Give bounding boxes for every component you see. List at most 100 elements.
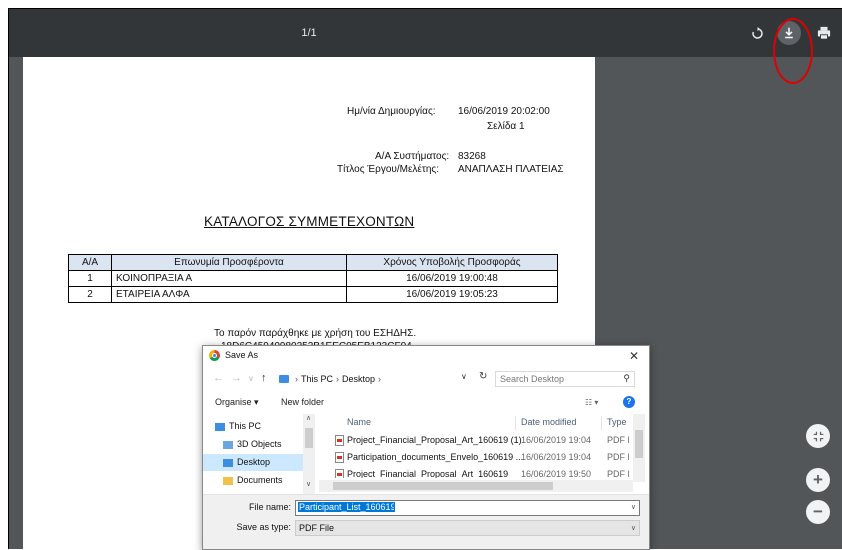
tree-item-3d-objects[interactable]: 3D Objects — [203, 436, 303, 453]
viewer-toolbar: 1/1 — [9, 9, 842, 57]
file-name-input[interactable] — [298, 502, 395, 512]
file-name-combo[interactable]: ∨ — [295, 500, 640, 516]
file-name-label: File name: — [248, 502, 291, 512]
table-cell: 1 — [68, 270, 112, 287]
save-type-select[interactable]: PDF File ∨ — [295, 520, 640, 536]
rotate-button[interactable] — [745, 21, 769, 45]
view-options-icon[interactable]: ☷ ▾ — [585, 398, 598, 407]
zoom-out-icon: − — [813, 502, 823, 521]
breadcrumb-desktop[interactable]: Desktop — [342, 371, 375, 387]
table-row: 1 ΚΟΙΝΟΠΡΑΞΙΑ Α 16/06/2019 19:00:48 — [68, 270, 558, 287]
tree-item-label: This PC — [229, 421, 262, 431]
file-name: Participation_documents_Envelo_160619 ..… — [347, 452, 524, 462]
table-header-row: Α/Α Επωνυμία Προσφέροντα Χρόνος Υποβολής… — [68, 254, 558, 271]
zoom-in-icon: + — [813, 470, 823, 489]
breadcrumb-dropdown-icon[interactable]: ∨ — [461, 372, 467, 381]
file-date: 16/06/2019 19:04 — [521, 452, 592, 462]
search-field[interactable]: ⚲ — [495, 371, 635, 387]
scrollbar-thumb[interactable] — [333, 482, 553, 490]
column-header-name[interactable]: Name — [347, 417, 371, 427]
file-type: PDF File — [607, 452, 629, 462]
table-cell: ΕΤΑΙΡΕΙΑ ΑΛΦΑ — [111, 286, 347, 303]
scroll-down-icon[interactable]: ∨ — [306, 480, 311, 488]
fit-page-icon — [813, 431, 823, 441]
table-cell: 2 — [68, 286, 112, 303]
print-button[interactable] — [812, 21, 836, 45]
save-type-value: PDF File — [299, 523, 335, 533]
documents-folder-icon — [223, 476, 233, 485]
created-value: 16/06/2019 20:02:00 — [458, 106, 550, 117]
pdf-file-icon — [335, 452, 344, 463]
3d-objects-icon — [223, 440, 233, 449]
participants-table: Α/Α Επωνυμία Προσφέροντα Χρόνος Υποβολής… — [68, 254, 558, 303]
file-list-vertical-scrollbar[interactable] — [633, 414, 645, 482]
pc-icon — [215, 422, 225, 431]
page-count: 1/1 — [301, 27, 317, 39]
search-icon: ⚲ — [623, 373, 630, 383]
chrome-icon — [209, 350, 220, 361]
search-input[interactable] — [500, 374, 610, 384]
up-arrow-icon[interactable]: ↑ — [261, 372, 267, 384]
file-name: Project_Financial_Proposal_Art_160619 — [347, 469, 509, 478]
tree-item-label: 3D Objects — [237, 439, 282, 449]
scroll-up-icon[interactable]: ∧ — [306, 414, 311, 422]
table-cell: 16/06/2019 19:05:23 — [346, 286, 558, 303]
list-item[interactable]: Participation_documents_Envelo_160619 ..… — [319, 449, 629, 466]
scrollbar-thumb[interactable] — [305, 428, 313, 448]
list-item[interactable]: Project_Financial_Proposal_Art_160619 (1… — [319, 432, 629, 449]
column-header: Α/Α — [68, 254, 112, 271]
save-as-dialog: Save As ✕ ← → ∨ ↑ › This PC › Desktop › … — [202, 345, 650, 550]
forward-arrow-icon[interactable]: → — [231, 372, 242, 384]
rotate-icon — [751, 26, 763, 39]
breadcrumb-this-pc[interactable]: This PC — [301, 371, 333, 387]
organise-button[interactable]: Organise ▾ — [215, 397, 259, 408]
save-type-label: Save as type: — [236, 522, 291, 532]
system-no-label: Α/Α Συστήματος: — [375, 151, 450, 162]
refresh-icon[interactable]: ↻ — [479, 371, 487, 382]
address-bar-row: ← → ∨ ↑ › This PC › Desktop › ∨ ↻ ⚲ — [203, 368, 649, 390]
tree-item-documents[interactable]: Documents — [203, 472, 303, 489]
created-label: Ημ/νία Δημιουργίας: — [347, 106, 436, 117]
tree-item-desktop[interactable]: Desktop — [203, 454, 303, 471]
recent-locations-icon[interactable]: ∨ — [248, 374, 254, 383]
help-icon[interactable]: ? — [623, 396, 635, 408]
close-icon[interactable]: ✕ — [629, 349, 639, 363]
table-row: 2 ΕΤΑΙΡΕΙΑ ΑΛΦΑ 16/06/2019 19:05:23 — [68, 286, 558, 303]
pdf-file-icon — [335, 469, 344, 478]
list-item[interactable]: Project_Financial_Proposal_Art_160619 16… — [319, 466, 629, 478]
file-name: Project_Financial_Proposal_Art_160619 (1… — [347, 435, 522, 445]
command-bar: Organise ▾ New folder ☷ ▾ ? — [203, 394, 649, 412]
file-date: 16/06/2019 19:50 — [521, 469, 592, 478]
download-highlight — [773, 18, 813, 84]
zoom-in-button[interactable]: + — [806, 468, 830, 492]
chevron-down-icon[interactable]: ∨ — [631, 522, 636, 536]
chevron-down-icon[interactable]: ∨ — [631, 503, 636, 511]
tree-item-label: Desktop — [237, 457, 271, 467]
navigation-scrollbar[interactable]: ∧ ∨ — [303, 414, 315, 494]
file-list-horizontal-scrollbar[interactable] — [319, 480, 633, 492]
column-header-date[interactable]: Date modified — [521, 417, 577, 427]
location-folder-icon — [279, 375, 289, 383]
project-value: ΑΝΑΠΛΑΣΗ ΠΛΑΤΕΙΑΣ — [458, 164, 564, 175]
new-folder-button[interactable]: New folder — [281, 397, 324, 407]
document-title: ΚΑΤΑΛΟΓΟΣ ΣΥΜΜΕΤΕΧΟΝΤΩΝ — [204, 214, 415, 229]
dialog-title: Save As — [225, 350, 259, 360]
zoom-out-button[interactable]: − — [806, 500, 830, 524]
navigation-pane: This PC 3D Objects Desktop Documents ∧ ∨ — [203, 414, 315, 494]
desktop-folder-icon — [223, 458, 233, 467]
tree-item-label: Documents — [237, 475, 283, 485]
project-label: Τίτλος Έργου/Μελέτης: — [337, 164, 439, 175]
system-no-value: 83268 — [458, 151, 486, 162]
column-header-type[interactable]: Type — [607, 417, 627, 427]
tree-item-this-pc[interactable]: This PC — [203, 418, 303, 435]
column-header: Χρόνος Υποβολής Προσφοράς — [346, 254, 558, 271]
file-type: PDF File — [607, 469, 629, 478]
dialog-titlebar: Save As ✕ — [203, 346, 649, 366]
print-icon — [817, 26, 831, 40]
pdf-file-icon — [335, 435, 344, 446]
table-cell: ΚΟΙΝΟΠΡΑΞΙΑ Α — [111, 270, 347, 287]
fit-page-button[interactable] — [806, 424, 830, 448]
back-arrow-icon[interactable]: ← — [213, 372, 224, 384]
file-list: Name Date modified Type Project_Financia… — [319, 414, 645, 494]
scrollbar-thumb[interactable] — [635, 430, 643, 458]
